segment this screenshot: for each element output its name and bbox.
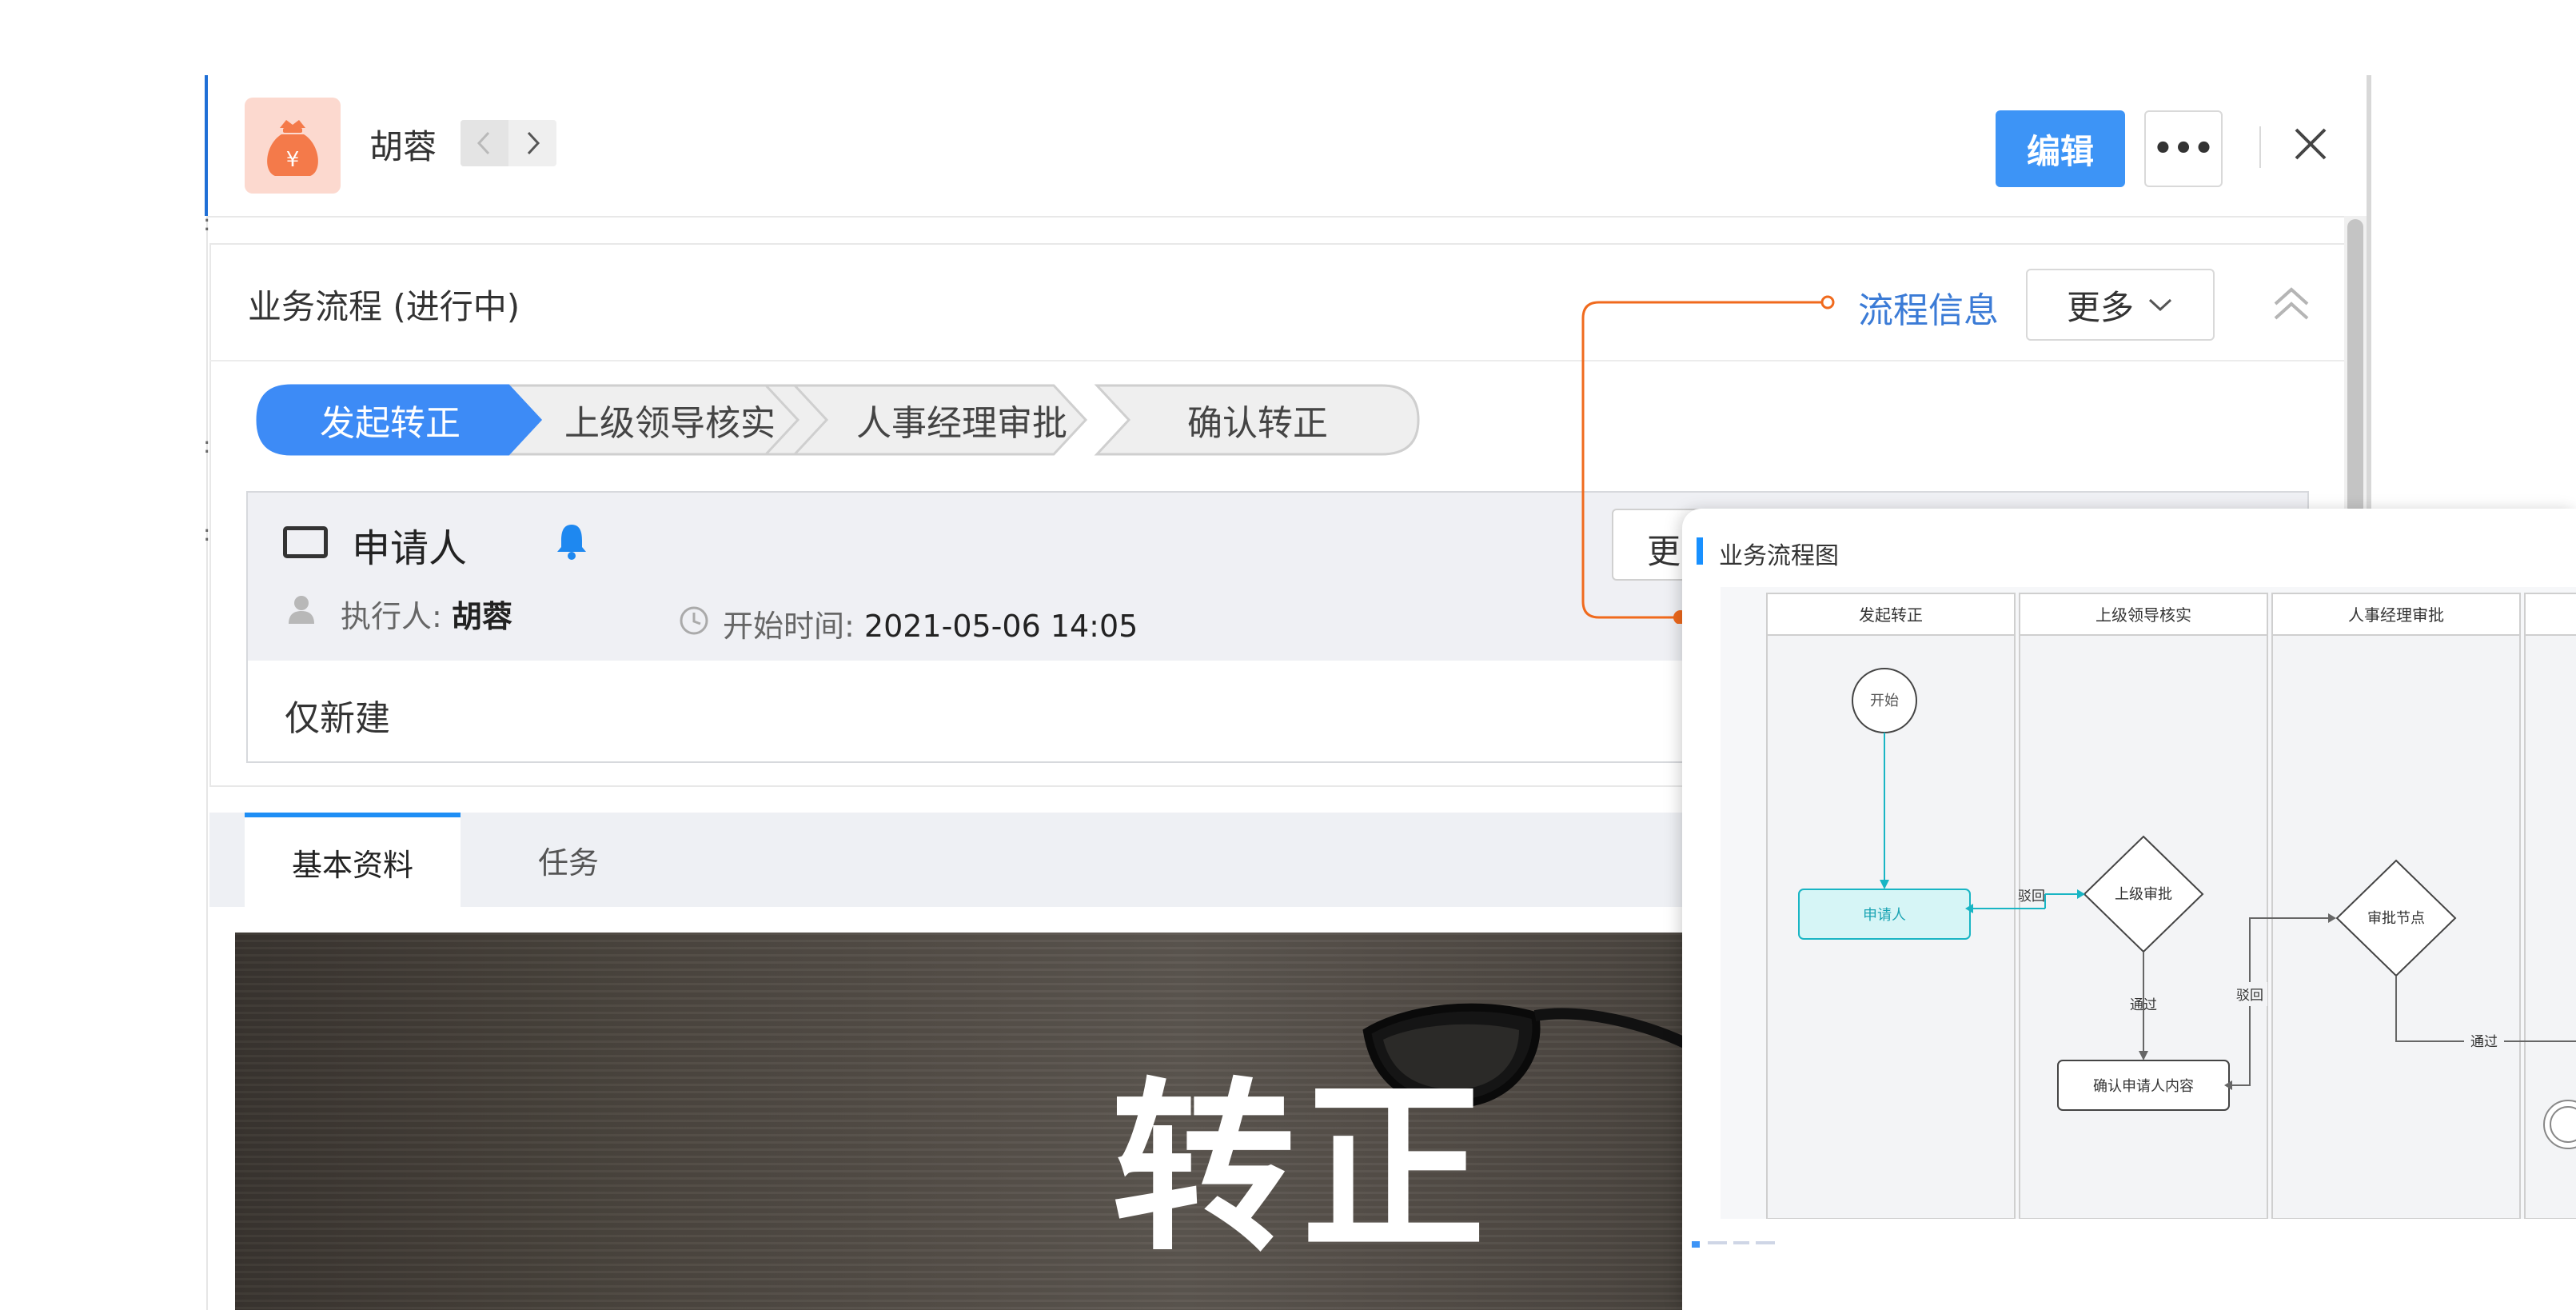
edge-label: 通过 <box>2130 997 2157 1013</box>
lane-title: 发起转正 <box>1859 605 1923 625</box>
chevron-left-icon <box>477 131 490 155</box>
clock-icon <box>680 606 708 635</box>
edit-button[interactable]: 编辑 <box>1996 110 2125 187</box>
popup-title-accent <box>1697 537 1703 565</box>
task-note: 仅新建 <box>285 698 390 739</box>
task-start-time: 开始时间: 2021-05-06 14:05 <box>723 601 1138 645</box>
popup-title: 业务流程图 <box>1719 542 1839 570</box>
scrollbar-thumb[interactable] <box>2347 219 2363 515</box>
executor-name: 胡蓉 <box>451 599 512 634</box>
task-executor: 执行人: 胡蓉 <box>341 592 512 636</box>
task-title: 申请人 <box>352 526 468 571</box>
more-actions-button[interactable]: ••• <box>2144 110 2223 187</box>
bell-icon[interactable] <box>555 521 588 560</box>
next-record-button[interactable] <box>508 120 556 166</box>
close-icon[interactable] <box>2288 122 2333 166</box>
panel-border <box>206 75 208 1310</box>
edge-label: 驳回 <box>2018 889 2045 905</box>
edge-fragment: : <box>203 210 211 236</box>
process-title: 业务流程 (进行中) <box>248 287 520 326</box>
process-divider <box>209 360 2349 361</box>
banner-title: 转正 <box>1111 1063 1493 1276</box>
step-label[interactable]: 确认转正 <box>1110 382 1406 457</box>
app-icon-money-bag: ¥ <box>245 98 341 194</box>
start-time-label: 开始时间: <box>723 609 855 644</box>
lane-title: 人事经理审批 <box>2348 605 2444 625</box>
step-label[interactable]: 发起转正 <box>254 382 526 457</box>
task-window-icon <box>283 526 328 558</box>
panel-active-edge <box>205 75 208 216</box>
start-node-label: 开始 <box>1870 693 1899 709</box>
chevron-down-icon <box>2148 298 2172 312</box>
process-steps: 发起转正 上级领导核实 人事经理审批 确认转正 <box>254 382 1422 457</box>
svg-text:¥: ¥ <box>286 148 300 172</box>
process-more-label: 更多 <box>2066 287 2134 327</box>
record-owner-name: 胡蓉 <box>369 127 437 166</box>
tab-tasks[interactable]: 任务 <box>508 813 628 907</box>
process-more-dropdown[interactable]: 更多 <box>2026 269 2215 341</box>
tab-basic-info[interactable]: 基本资料 <box>245 813 461 907</box>
header-separator <box>2259 126 2261 168</box>
record-nav-group <box>461 120 556 166</box>
flow-diagram: 发起转正 上级领导核实 人事经理审批 开始 申请人 上级审批 驳回 通过 确认申… <box>1721 587 2576 1220</box>
edge-label: 驳回 <box>2236 988 2263 1004</box>
prev-record-button[interactable] <box>461 120 508 166</box>
chevron-right-icon <box>527 131 540 155</box>
applicant-node-label: 申请人 <box>1863 907 1906 924</box>
lane-title: 上级领导核实 <box>2095 605 2191 625</box>
step-label[interactable]: 人事经理审批 <box>814 382 1110 457</box>
header-divider <box>206 216 2365 218</box>
flow-info-link[interactable]: 流程信息 <box>1858 282 1999 333</box>
step-label[interactable]: 上级领导核实 <box>526 382 814 457</box>
person-icon <box>289 596 314 624</box>
supervisor-approval-label: 上级审批 <box>2115 886 2172 903</box>
approval-node-label: 审批节点 <box>2367 910 2425 927</box>
collapse-up-icon[interactable] <box>2269 282 2314 326</box>
popup-footer-fragment <box>1692 1241 1775 1248</box>
executor-label: 执行人: <box>341 599 442 634</box>
edge-label: 通过 <box>2470 1034 2498 1050</box>
confirm-content-label: 确认申请人内容 <box>2093 1078 2194 1095</box>
start-time-value: 2021-05-06 14:05 <box>863 609 1138 644</box>
